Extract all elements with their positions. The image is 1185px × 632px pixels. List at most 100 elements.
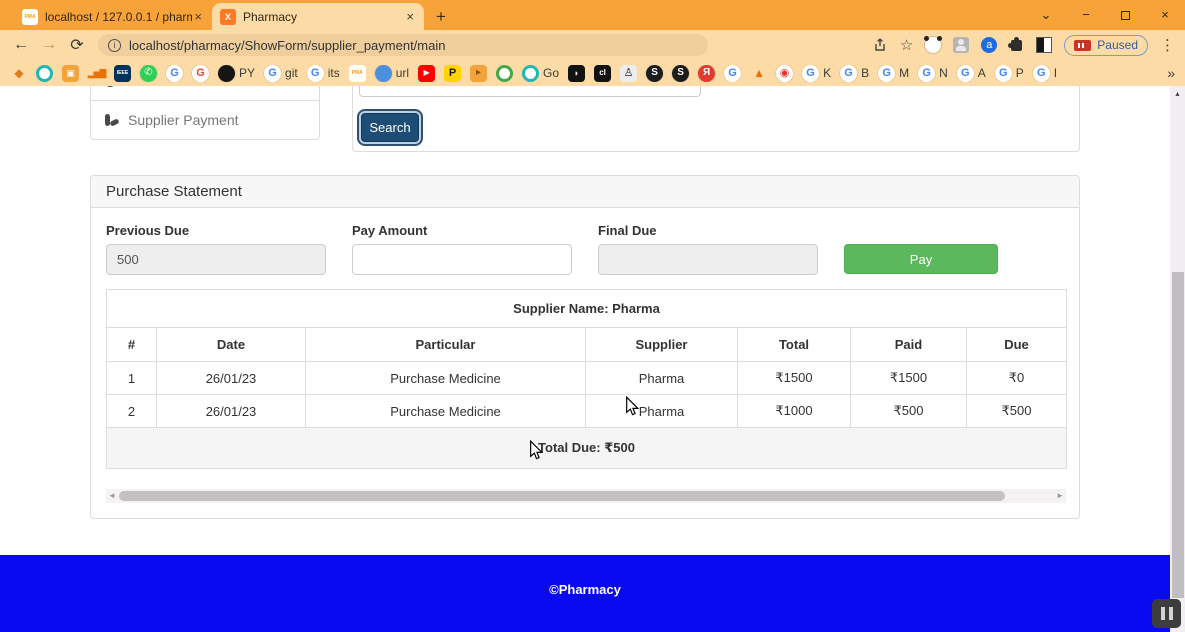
horizontal-scrollbar-thumb[interactable]: [119, 491, 1005, 501]
bookmark-item[interactable]: Gits: [307, 65, 340, 82]
pay-amount-input[interactable]: [352, 244, 572, 275]
bookmark-item[interactable]: ◉: [776, 65, 793, 82]
sidebar-item-supplier-payment[interactable]: Supplier Payment: [91, 100, 319, 139]
share-icon[interactable]: [872, 37, 888, 53]
figure-icon: ♙: [620, 65, 637, 82]
new-tab-button[interactable]: +: [436, 7, 446, 27]
bookmark-item[interactable]: GA: [957, 65, 986, 82]
bookmark-star-icon[interactable]: ☆: [900, 36, 913, 54]
scroll-left-icon[interactable]: ◄: [108, 491, 116, 501]
tab-phpmyadmin[interactable]: PMA localhost / 127.0.0.1 / pharmacig ×: [14, 3, 212, 30]
menu-dots-icon[interactable]: ⋮: [1160, 36, 1175, 54]
close-window-button[interactable]: ×: [1145, 0, 1185, 30]
url-text: localhost/pharmacy/ShowForm/supplier_pay…: [129, 38, 445, 53]
paused-badge[interactable]: Paused: [1064, 35, 1148, 56]
close-tab-icon[interactable]: ×: [404, 9, 416, 24]
panda-extension-icon[interactable]: [925, 37, 941, 53]
window-controls: ⌄ − ×: [1026, 0, 1185, 30]
bookmark-item[interactable]: S: [672, 65, 689, 82]
bookmarks-overflow-icon[interactable]: »: [1167, 65, 1175, 81]
a-extension-icon[interactable]: a: [981, 37, 997, 53]
table-row: 226/01/23Purchase MedicinePharma₹1000₹50…: [107, 395, 1067, 428]
column-header: Date: [157, 328, 306, 362]
table-cell: ₹500: [967, 395, 1067, 428]
sidebar-item-purchase-statement[interactable]: Purchase Statement: [91, 86, 319, 100]
google-icon: G: [840, 65, 857, 82]
bookmark-label: K: [823, 66, 831, 80]
tab-pharmacy[interactable]: X Pharmacy ×: [212, 3, 424, 30]
search-panel: Search: [352, 86, 1080, 152]
play-logo-icon: ◆: [10, 65, 27, 82]
bookmark-label: its: [328, 66, 340, 80]
bookmark-item[interactable]: Я: [698, 65, 715, 82]
bookmark-item[interactable]: GP: [995, 65, 1024, 82]
bookmark-item[interactable]: PMA: [349, 65, 366, 82]
bookmark-item[interactable]: ▲: [750, 65, 767, 82]
reload-button[interactable]: ⟳: [66, 35, 88, 55]
bookmark-item[interactable]: GM: [878, 65, 909, 82]
bookmark-item[interactable]: [496, 65, 513, 82]
bookmark-item[interactable]: ▂▅▇: [88, 65, 105, 82]
back-button[interactable]: ←: [10, 36, 32, 54]
site-footer: ©Pharmacy: [0, 555, 1170, 632]
bookmark-item[interactable]: GI: [1033, 65, 1057, 82]
bookmark-item[interactable]: [36, 65, 53, 82]
search-button[interactable]: Search: [361, 113, 419, 142]
pay-button[interactable]: Pay: [844, 244, 998, 274]
site-info-icon[interactable]: i: [108, 39, 121, 52]
supplier-search-input[interactable]: [359, 86, 701, 97]
column-header: Supplier: [586, 328, 738, 362]
bookmark-item[interactable]: ✆: [140, 65, 157, 82]
bookmark-item[interactable]: G: [166, 65, 183, 82]
person-extension-icon[interactable]: [953, 37, 969, 53]
bookmark-item[interactable]: ◗: [568, 65, 585, 82]
bookmarks-bar: ◆▣▂▅▇IEEE✆GGPYGgitGitsPMAurl▶P▸Go◗cl♙SSЯ…: [0, 60, 1185, 86]
bookmark-item[interactable]: P: [444, 65, 461, 82]
bookmark-item[interactable]: Ggit: [264, 65, 298, 82]
bookmark-item[interactable]: PY: [218, 65, 255, 82]
browser-toolbar: ← → ⟳ i localhost/pharmacy/ShowForm/supp…: [0, 30, 1185, 60]
horizontal-scrollbar[interactable]: ◄ ►: [106, 489, 1066, 503]
bookmark-item[interactable]: cl: [594, 65, 611, 82]
minimize-button[interactable]: −: [1066, 0, 1106, 30]
google-icon: G: [802, 65, 819, 82]
scroll-up-icon[interactable]: ▲: [1170, 91, 1185, 98]
github-icon: [218, 65, 235, 82]
bookmark-item[interactable]: G: [724, 65, 741, 82]
close-tab-icon[interactable]: ×: [192, 9, 204, 24]
bookmark-item[interactable]: url: [375, 65, 409, 82]
column-header: Paid: [851, 328, 967, 362]
bookmark-label: url: [396, 66, 409, 80]
vertical-scrollbar[interactable]: ▲: [1170, 86, 1185, 632]
bookmark-item[interactable]: IEEE: [114, 65, 131, 82]
bookmark-item[interactable]: GB: [840, 65, 869, 82]
recorder-pause-button[interactable]: [1152, 599, 1181, 628]
payment-form-row: Previous DuePay AmountFinal DuePay: [106, 223, 1064, 275]
bookmark-item[interactable]: ▣: [62, 65, 79, 82]
bookmark-item[interactable]: G: [192, 65, 209, 82]
profile-avatar[interactable]: [1036, 37, 1052, 53]
vertical-scrollbar-thumb[interactable]: [1172, 272, 1184, 598]
restore-window-button[interactable]: [1121, 11, 1130, 20]
bookmark-item[interactable]: GN: [918, 65, 948, 82]
table-cell: ₹500: [851, 395, 967, 428]
scroll-right-icon[interactable]: ►: [1056, 491, 1064, 501]
table-cell: ₹1000: [738, 395, 851, 428]
bookmark-item[interactable]: ♙: [620, 65, 637, 82]
extensions-puzzle-icon[interactable]: [1011, 40, 1022, 51]
bookmark-item[interactable]: S: [646, 65, 663, 82]
bookmark-item[interactable]: GK: [802, 65, 831, 82]
bookmark-item[interactable]: Go: [522, 65, 559, 82]
yandex-icon: Я: [698, 65, 715, 82]
google-icon: G: [724, 65, 741, 82]
bookmark-item[interactable]: ◆: [10, 65, 27, 82]
field-group-pay-amount: Pay Amount: [352, 223, 572, 275]
recorder-icon: [1074, 40, 1091, 51]
s-circle-icon: S: [646, 65, 663, 82]
bookmark-item[interactable]: ▶: [418, 65, 435, 82]
address-bar[interactable]: i localhost/pharmacy/ShowForm/supplier_p…: [98, 34, 708, 56]
tab-search-chevron-icon[interactable]: ⌄: [1026, 0, 1066, 30]
bookmark-item[interactable]: ▸: [470, 65, 487, 82]
total-due-row: Total Due: ₹500: [107, 428, 1067, 469]
page-content: Purchase StatementSupplier Payment Searc…: [0, 86, 1170, 555]
